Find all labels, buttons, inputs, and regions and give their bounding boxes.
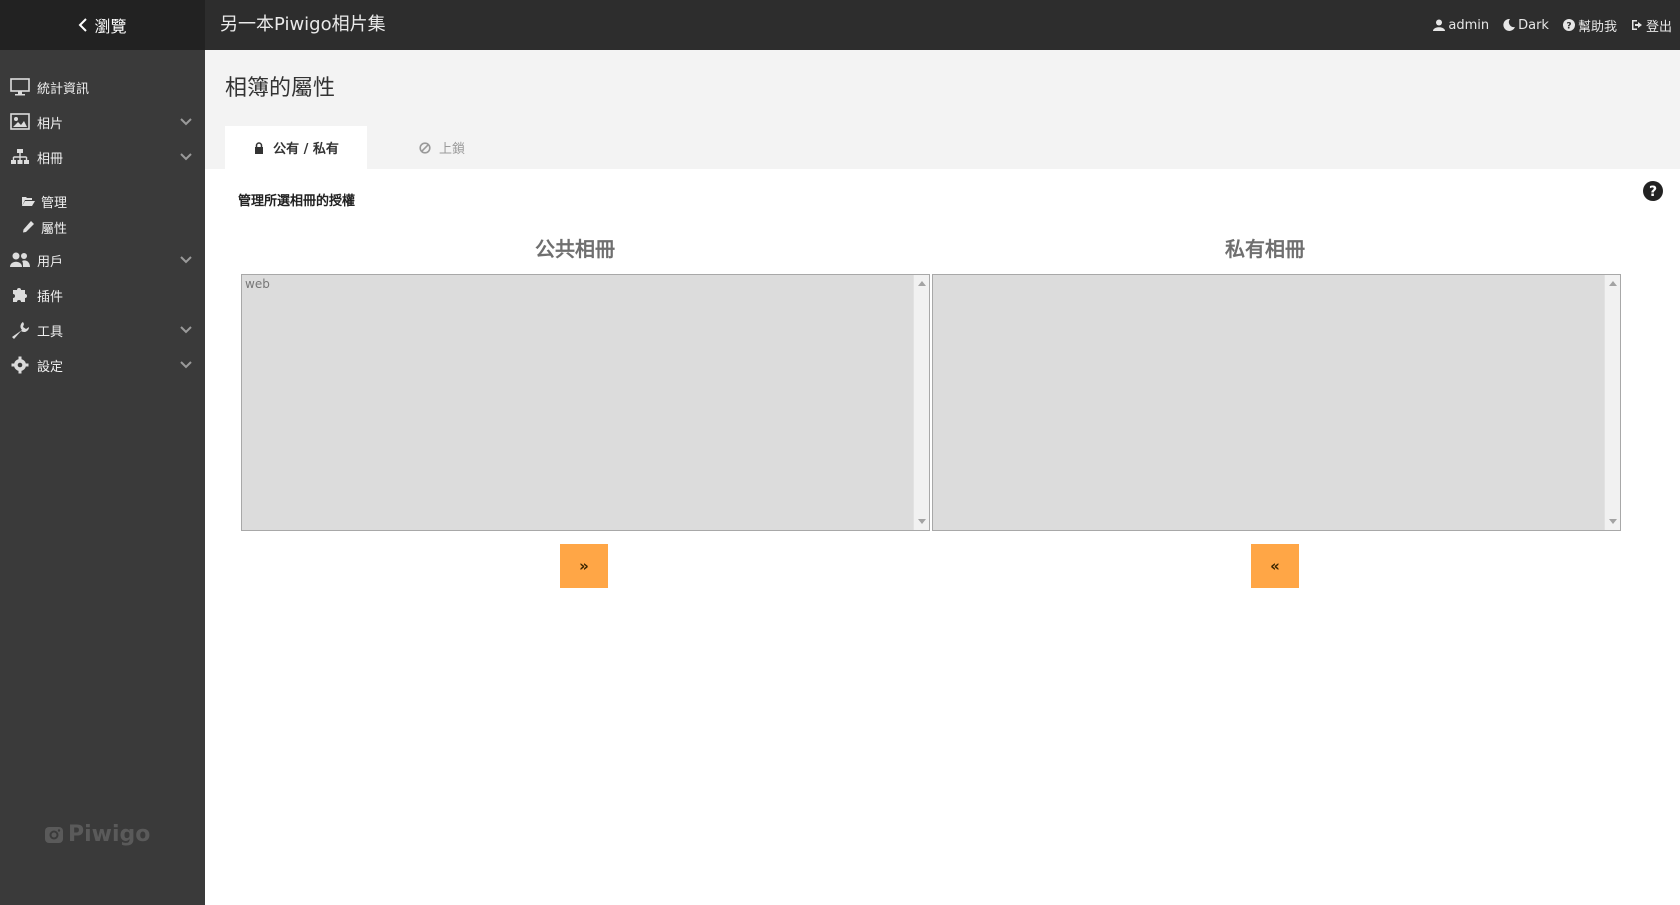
- chevron-down-icon: [180, 118, 192, 126]
- logo-text: Piwigo: [68, 822, 151, 847]
- wrench-icon: [12, 322, 29, 339]
- puzzle-icon: [13, 288, 27, 302]
- app-root: 瀏覽 另一本Piwigo相片集 admin Dark ? 幫助我 登出 統計資訊…: [0, 0, 1680, 905]
- users-icon: [10, 252, 30, 267]
- chevron-down-icon: [180, 256, 192, 264]
- chevron-left-icon: [79, 18, 88, 32]
- public-albums-list[interactable]: web: [241, 274, 930, 531]
- help-label: 幫助我: [1577, 19, 1617, 35]
- tab-public-private[interactable]: 公有 / 私有: [225, 126, 367, 169]
- tab-label: 公有 / 私有: [273, 142, 339, 157]
- chevron-down-icon: [180, 326, 192, 334]
- top-actions: admin Dark ? 幫助我 登出: [1433, 0, 1672, 50]
- sidebar-item-tools[interactable]: 工具: [0, 314, 205, 346]
- sign-out-icon: [1631, 20, 1642, 30]
- sidebar-subitem-properties[interactable]: 屬性: [22, 216, 67, 238]
- private-albums-list[interactable]: [932, 274, 1621, 531]
- ban-icon: [419, 141, 431, 154]
- gear-icon: [11, 356, 29, 374]
- piwigo-logo: Piwigo: [44, 822, 150, 847]
- sidebar: 統計資訊 相片 相冊 管理 屬性 用戶 插件 工具 設定 Piwigo: [0, 50, 205, 905]
- camera-logo-icon: [45, 826, 63, 843]
- user-icon: [1433, 19, 1446, 31]
- chevron-down-icon: [180, 361, 192, 369]
- sidebar-item-label: 工具: [37, 324, 64, 340]
- scroll-down-icon[interactable]: [918, 519, 926, 524]
- sidebar-item-label: 用戶: [37, 254, 64, 270]
- question-circle-icon: ?: [1562, 19, 1575, 32]
- browse-button[interactable]: 瀏覽: [0, 0, 205, 50]
- theme-toggle[interactable]: Dark: [1503, 18, 1549, 33]
- image-icon: [10, 113, 30, 130]
- sidebar-subitem-label: 管理: [41, 195, 68, 211]
- private-albums-title: 私有相冊: [1225, 237, 1305, 261]
- sidebar-item-users[interactable]: 用戶: [0, 244, 205, 276]
- public-albums-title: 公共相冊: [535, 237, 615, 261]
- browse-label: 瀏覽: [94, 17, 127, 36]
- sidebar-item-settings[interactable]: 設定: [0, 349, 205, 381]
- scroll-up-icon[interactable]: [1609, 281, 1617, 286]
- theme-label: Dark: [1518, 17, 1549, 33]
- lock-icon: [255, 141, 264, 154]
- sidebar-item-label: 相冊: [37, 151, 64, 167]
- chevron-down-icon: [180, 153, 192, 161]
- tab-lock[interactable]: 上鎖: [397, 126, 487, 169]
- scrollbar[interactable]: [913, 275, 929, 530]
- list-item[interactable]: web: [245, 277, 270, 291]
- sidebar-subitem-manage[interactable]: 管理: [22, 190, 67, 212]
- user-name: admin: [1448, 17, 1490, 33]
- move-to-private-button[interactable]: »: [560, 544, 608, 588]
- svg-text:?: ?: [1649, 184, 1657, 200]
- section-label: 管理所選相冊的授權: [238, 194, 356, 209]
- top-bar: 瀏覽 另一本Piwigo相片集 admin Dark ? 幫助我 登出: [0, 0, 1680, 50]
- sidebar-item-label: 插件: [37, 289, 64, 305]
- sitemap-icon: [11, 149, 29, 164]
- sidebar-item-label: 設定: [37, 359, 64, 375]
- page-title: 相簿的屬性: [225, 76, 336, 101]
- sidebar-item-statistics[interactable]: 統計資訊: [0, 71, 205, 103]
- logout-link[interactable]: 登出: [1631, 16, 1672, 35]
- sidebar-item-photos[interactable]: 相片: [0, 106, 205, 138]
- main-content: 相簿的屬性 公有 / 私有 上鎖 ? 管理所選相冊的授權 公共相冊 私有相冊 w…: [205, 50, 1680, 905]
- scrollbar[interactable]: [1604, 275, 1620, 530]
- moon-icon: [1503, 19, 1516, 31]
- pencil-icon: [23, 221, 34, 233]
- sidebar-subitem-label: 屬性: [41, 221, 68, 237]
- move-to-public-button[interactable]: «: [1251, 544, 1299, 588]
- sidebar-item-albums[interactable]: 相冊: [0, 141, 205, 173]
- gallery-title[interactable]: 另一本Piwigo相片集: [220, 0, 386, 50]
- tab-label: 上鎖: [438, 142, 465, 157]
- sidebar-item-plugins[interactable]: 插件: [0, 279, 205, 311]
- help-link[interactable]: ? 幫助我: [1562, 16, 1617, 35]
- scroll-up-icon[interactable]: [918, 281, 926, 286]
- scroll-down-icon[interactable]: [1609, 519, 1617, 524]
- svg-text:?: ?: [1566, 22, 1571, 32]
- page-header: 相簿的屬性 公有 / 私有 上鎖: [205, 50, 1680, 169]
- user-menu[interactable]: admin: [1433, 18, 1489, 33]
- sidebar-item-label: 統計資訊: [37, 81, 90, 97]
- folder-open-icon: [22, 197, 35, 206]
- logout-label: 登出: [1645, 19, 1672, 35]
- question-circle-icon[interactable]: ?: [1642, 180, 1664, 202]
- monitor-icon: [10, 78, 30, 96]
- sidebar-item-label: 相片: [37, 116, 64, 132]
